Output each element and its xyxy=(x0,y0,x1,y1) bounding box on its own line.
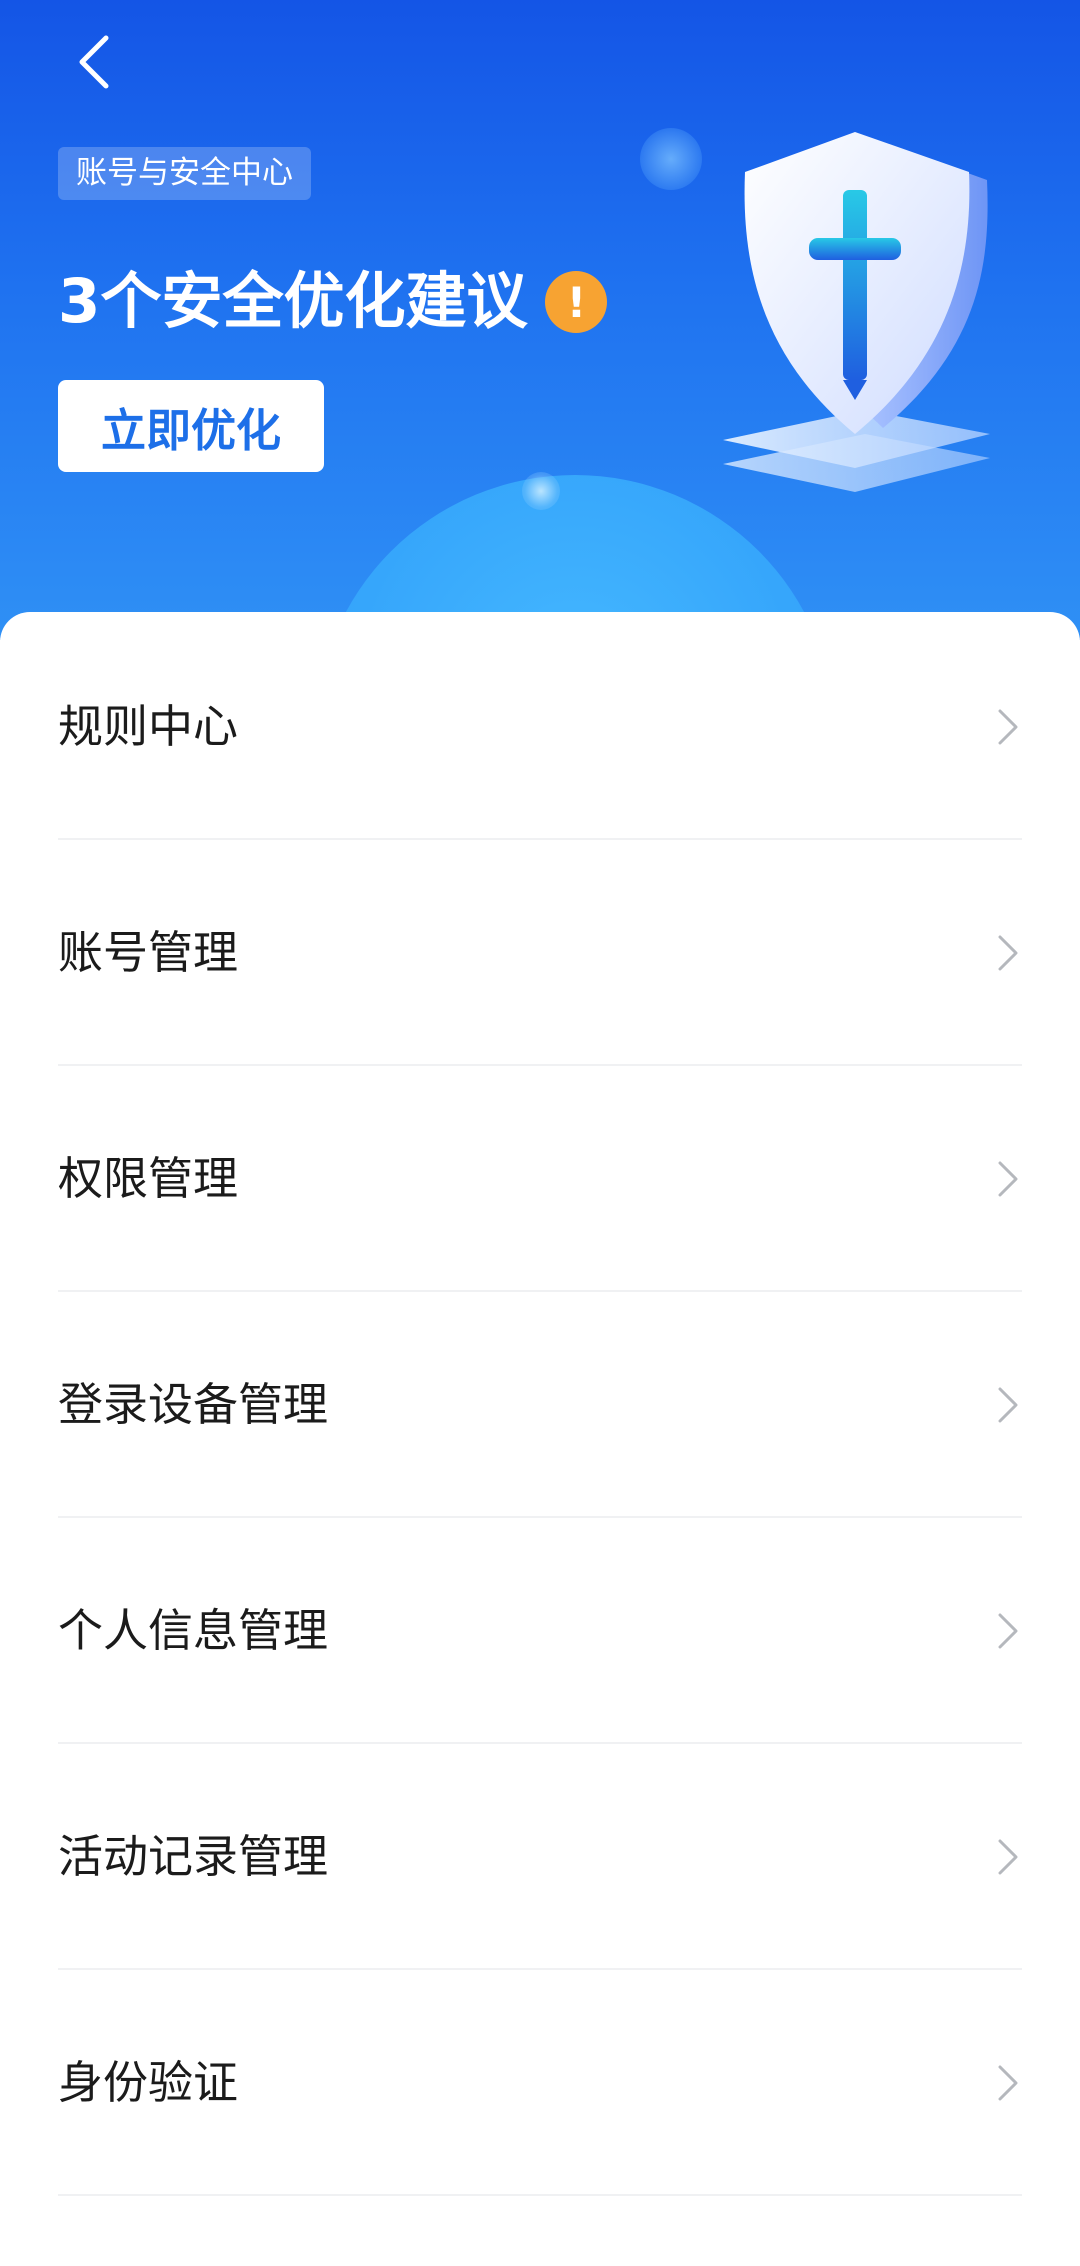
menu-item-personal-info-management[interactable]: 个人信息管理 xyxy=(0,1518,1080,1744)
chevron-left-icon xyxy=(79,35,109,89)
decorative-sparkle xyxy=(522,472,560,510)
menu-item-label: 个人信息管理 xyxy=(58,1604,329,1657)
chevron-right-icon xyxy=(998,1161,1018,1197)
chevron-right-icon xyxy=(998,1387,1018,1423)
optimize-now-button[interactable]: 立即优化 xyxy=(58,380,324,472)
menu-item-label: 登录设备管理 xyxy=(58,1378,329,1431)
chevron-right-icon xyxy=(998,2065,1018,2101)
chevron-right-icon xyxy=(998,709,1018,745)
menu-item-label: 账号管理 xyxy=(58,926,239,979)
menu-item-label: 权限管理 xyxy=(58,1152,239,1205)
back-button[interactable] xyxy=(58,26,130,98)
menu-item-label: 身份验证 xyxy=(58,2056,239,2109)
page-tag: 账号与安全中心 xyxy=(58,147,311,200)
shield-icon xyxy=(723,132,990,492)
menu-item-account-management[interactable]: 账号管理 xyxy=(0,840,1080,1066)
menu-item-permission-management[interactable]: 权限管理 xyxy=(0,1066,1080,1292)
menu-item-label: 活动记录管理 xyxy=(58,1830,329,1883)
menu-item-login-device-management[interactable]: 登录设备管理 xyxy=(0,1292,1080,1518)
chevron-right-icon xyxy=(998,935,1018,971)
hero-banner: 账号与安全中心 3个安全优化建议 ! 立即优化 xyxy=(0,0,1080,640)
security-summary: 3个安全优化建议 ! xyxy=(58,263,608,341)
chevron-right-icon xyxy=(998,1613,1018,1649)
menu-item-rules-center[interactable]: 规则中心 xyxy=(0,614,1080,840)
chevron-right-icon xyxy=(998,1839,1018,1875)
warning-icon: ! xyxy=(545,271,608,333)
menu-item-label: 规则中心 xyxy=(58,700,239,753)
page-title: 3个安全优化建议 xyxy=(58,266,528,337)
menu-item-activity-record-management[interactable]: 活动记录管理 xyxy=(0,1744,1080,1970)
settings-menu: 规则中心 账号管理 权限管理 登录设备管理 个人信息管理 活动记录管理 身份验证 xyxy=(0,614,1080,2196)
decorative-glow-small xyxy=(640,128,702,190)
menu-item-identity-verification[interactable]: 身份验证 xyxy=(0,1970,1080,2196)
